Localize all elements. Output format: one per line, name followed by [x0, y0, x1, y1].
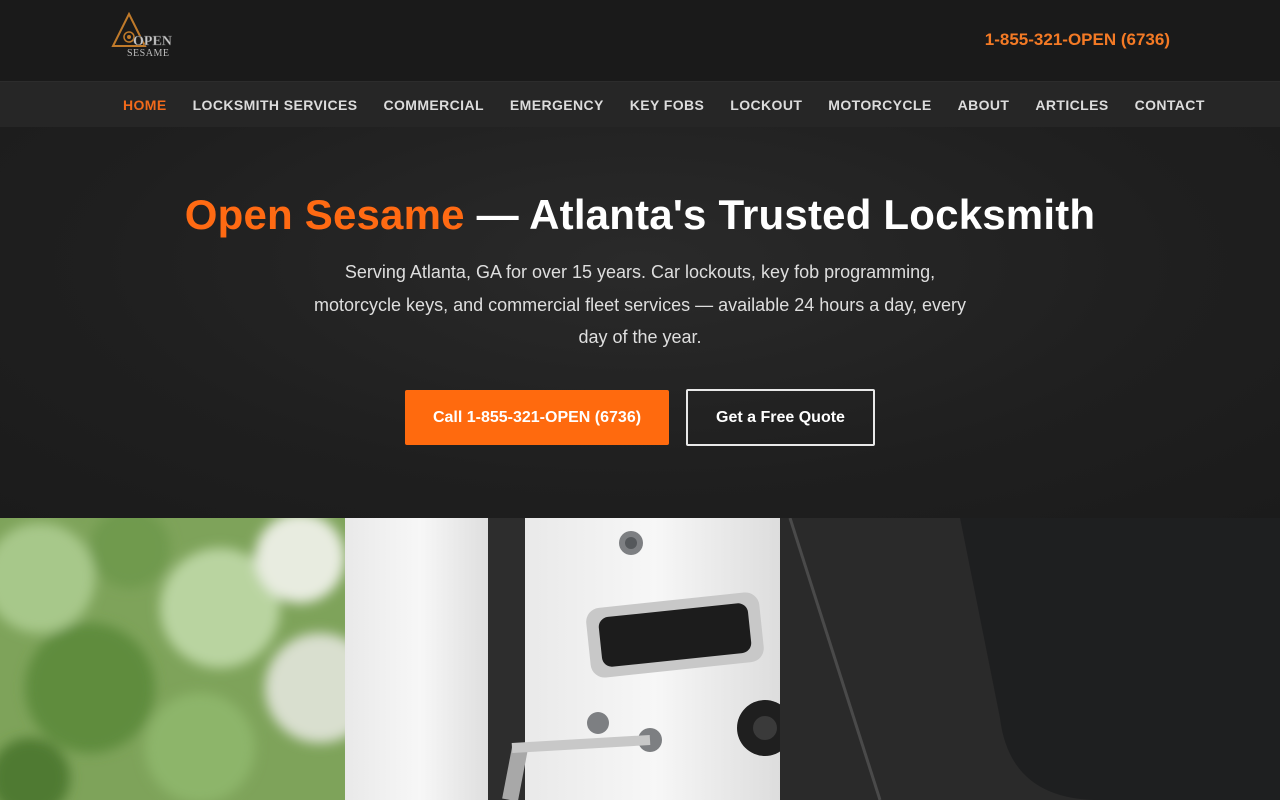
call-button[interactable]: Call 1-855-321-OPEN (6736): [405, 390, 669, 445]
logo-icon: OPEN SESAME: [111, 11, 172, 59]
nav-locksmith-services[interactable]: LOCKSMITH SERVICES: [193, 97, 358, 113]
nav-contact[interactable]: CONTACT: [1135, 97, 1205, 113]
nav-articles[interactable]: ARTICLES: [1035, 97, 1108, 113]
free-quote-button[interactable]: Get a Free Quote: [686, 389, 875, 446]
nav-about[interactable]: ABOUT: [958, 97, 1010, 113]
hero-buttons: Call 1-855-321-OPEN (6736) Get a Free Qu…: [0, 389, 1280, 446]
hero-photo-car-door-lock: [0, 518, 1280, 800]
nav-commercial[interactable]: COMMERCIAL: [383, 97, 483, 113]
main-nav: HOME LOCKSMITH SERVICES COMMERCIAL EMERG…: [0, 82, 1280, 127]
logo[interactable]: OPEN SESAME: [111, 11, 175, 59]
site-header: OPEN SESAME 1-855-321-OPEN (6736): [0, 0, 1280, 82]
car-door-latch-image: [0, 518, 1280, 800]
header-phone-link[interactable]: 1-855-321-OPEN (6736): [985, 30, 1170, 50]
hero-title-rest: — Atlanta's Trusted Locksmith: [464, 191, 1096, 238]
svg-text:SESAME: SESAME: [127, 48, 169, 58]
nav-emergency[interactable]: EMERGENCY: [510, 97, 604, 113]
hero-section: Open Sesame — Atlanta's Trusted Locksmit…: [0, 127, 1280, 518]
hero-subtitle: Serving Atlanta, GA for over 15 years. C…: [314, 262, 966, 347]
hero-title-brand: Open Sesame: [184, 191, 465, 238]
hero-title: Open Sesame — Atlanta's Trusted Locksmit…: [0, 191, 1280, 239]
svg-text:OPEN: OPEN: [133, 34, 172, 49]
nav-key-fobs[interactable]: KEY FOBS: [630, 97, 705, 113]
nav-home[interactable]: HOME: [123, 97, 167, 113]
nav-motorcycle[interactable]: MOTORCYCLE: [828, 97, 931, 113]
nav-lockout[interactable]: LOCKOUT: [730, 97, 802, 113]
